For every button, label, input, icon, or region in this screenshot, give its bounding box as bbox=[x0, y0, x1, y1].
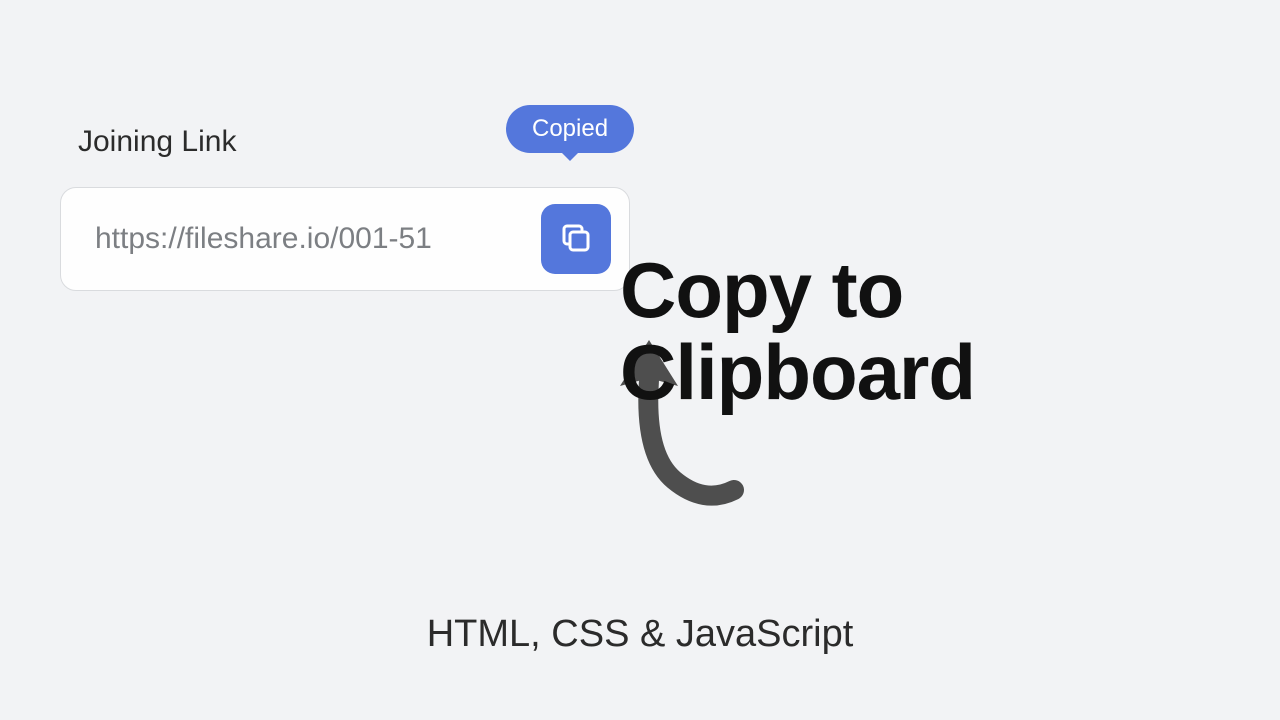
title-block: Copy to Clipboard bbox=[620, 250, 975, 414]
input-row bbox=[60, 187, 630, 291]
url-input[interactable] bbox=[79, 222, 523, 256]
copied-tooltip: Copied bbox=[506, 105, 634, 153]
copy-icon bbox=[558, 220, 594, 259]
title-line-2: Clipboard bbox=[620, 332, 975, 414]
copy-button[interactable] bbox=[541, 204, 611, 274]
copy-link-widget: Copied Joining Link bbox=[60, 125, 630, 291]
tooltip-text: Copied bbox=[532, 115, 608, 142]
title-line-1: Copy to bbox=[620, 250, 975, 332]
subtitle: HTML, CSS & JavaScript bbox=[0, 613, 1280, 656]
